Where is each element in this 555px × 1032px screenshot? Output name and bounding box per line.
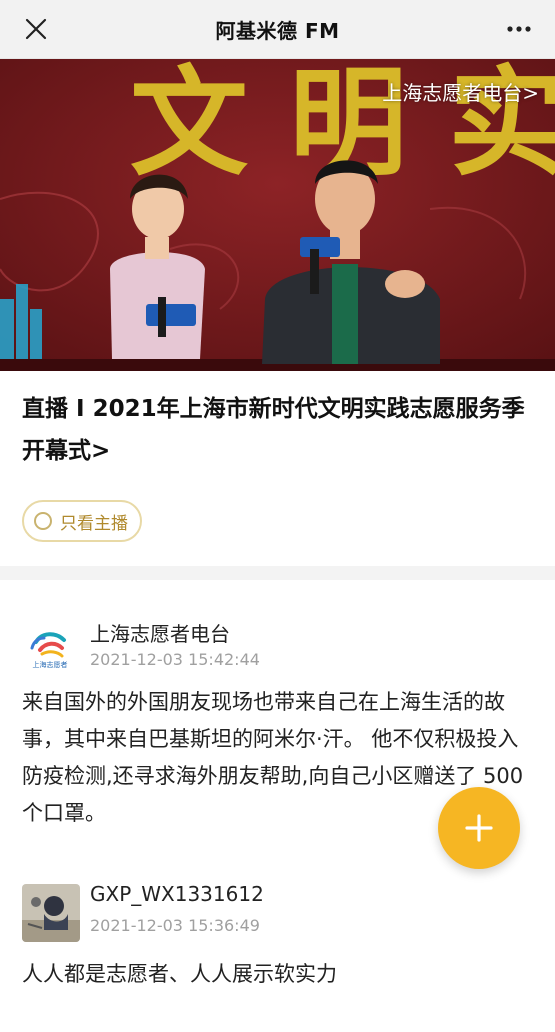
live-banner-image[interactable]: 文 明 实 上海志愿者电台> [0,59,555,371]
section-divider [0,566,555,580]
post-text: 人人都是志愿者、人人展示软实力 [22,962,337,986]
user-photo-avatar[interactable] [22,884,80,942]
post-author[interactable]: GXP_WX1331612 [90,882,264,906]
plus-icon [465,814,493,842]
post-item: GXP_WX1331612 2021-12-03 15:36:49 人人都是志愿… [22,882,537,1004]
station-link[interactable]: 上海志愿者电台> [382,77,539,106]
host-only-toggle[interactable]: 只看主播 [22,500,142,542]
host-only-label: 只看主播 [60,513,128,534]
post-time: 2021-12-03 15:42:44 [90,650,260,669]
post-time: 2021-12-03 15:36:49 [90,916,260,935]
svg-text:上海志愿者: 上海志愿者 [33,660,68,669]
station-logo-icon[interactable]: 上海志愿者 [22,620,78,676]
post-author[interactable]: 上海志愿者电台 [90,618,230,647]
program-headline[interactable]: 直播 I 2021年上海市新时代文明实践志愿服务季开幕式> [22,388,537,472]
close-icon[interactable] [24,17,48,41]
top-bar: 阿基米德 FM [0,0,555,59]
add-comment-button[interactable] [438,787,520,869]
radio-circle-icon [34,512,52,530]
page-title: 阿基米德 FM [215,18,340,43]
more-dots-icon[interactable] [505,18,533,40]
